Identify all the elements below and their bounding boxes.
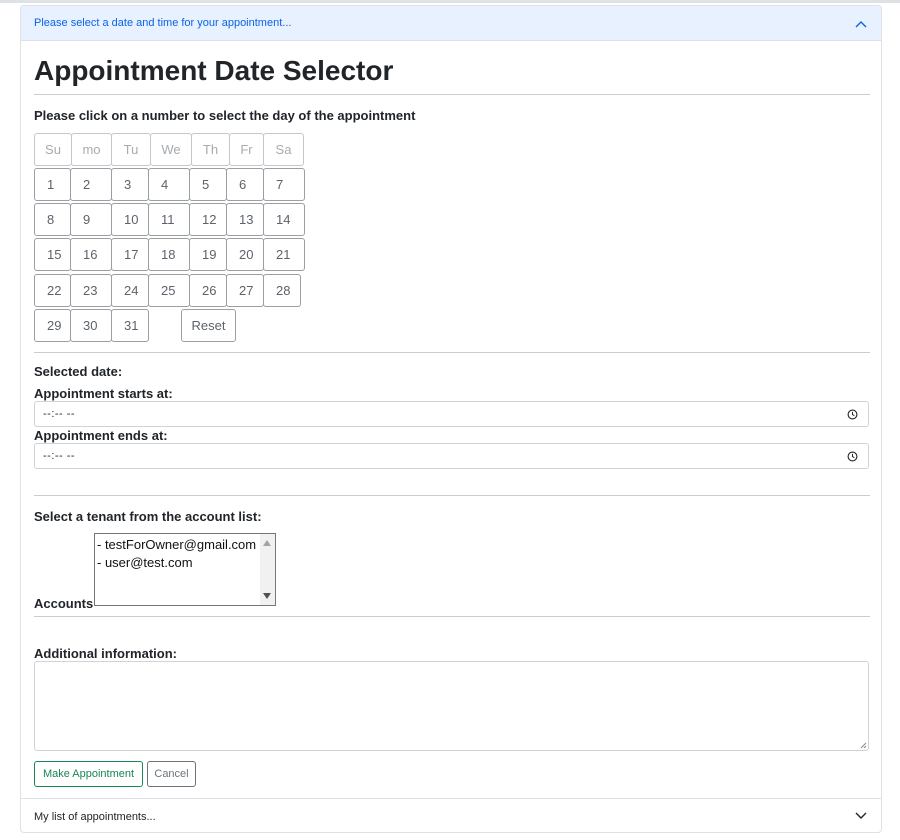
day-cell[interactable]: 22 [34,274,71,307]
accordion-header-appointment[interactable]: Please select a date and time for your a… [21,6,881,41]
day-cell[interactable]: 15 [34,238,71,271]
accordion-title: Please select a date and time for your a… [34,17,292,29]
accordion-header-appointment-list[interactable]: My list of appointments... [21,798,881,832]
day-cell[interactable]: 3 [111,168,149,201]
weekday-header: Th [191,133,230,166]
day-cell[interactable]: 20 [226,238,264,271]
additional-info-textarea[interactable] [34,661,869,751]
day-cell[interactable]: 25 [148,274,190,307]
clock-icon[interactable] [847,409,858,420]
day-cell[interactable]: 31 [111,309,149,342]
day-cell[interactable]: 13 [226,203,264,236]
cancel-button[interactable]: Cancel [147,761,196,787]
day-cell[interactable]: 17 [111,238,149,271]
weekday-header: We [150,133,192,166]
day-cell[interactable]: 19 [189,238,227,271]
day-cell[interactable]: 21 [263,238,305,271]
day-cell[interactable]: 16 [70,238,112,271]
divider [34,495,870,496]
make-appointment-button[interactable]: Make Appointment [34,761,143,787]
weekday-header: Su [34,133,72,166]
day-cell[interactable]: 14 [263,203,305,236]
chevron-down-icon [855,812,867,819]
day-cell[interactable]: 23 [70,274,112,307]
accounts-listbox[interactable]: - testForOwner@gmail.com - user@test.com [94,533,276,606]
listbox-scrollbar[interactable] [260,534,275,605]
day-cell[interactable]: 4 [148,168,190,201]
start-time-input[interactable]: --:-- -- [34,401,869,427]
page-title: Appointment Date Selector [34,55,394,86]
accordion-title: My list of appointments... [34,811,156,823]
selected-date-caption: Selected date: [34,364,123,379]
day-cell[interactable]: 10 [111,203,149,236]
divider [34,352,870,353]
account-option[interactable]: - user@test.com [97,555,193,570]
calendar-instruction: Please click on a number to select the d… [34,108,416,123]
day-cell[interactable]: 29 [34,309,71,342]
accounts-label: Accounts [34,596,94,611]
appointment-accordion: Please select a date and time for your a… [20,5,882,833]
day-cell[interactable]: 12 [189,203,227,236]
weekday-header: Fr [229,133,264,166]
weekday-header: Tu [111,133,151,166]
weekday-header: Sa [263,133,304,166]
calendar-grid: Su mo Tu We Th Fr Sa 1 2 3 4 5 6 7 8 9 10 11 12 13 14 15 16 17 1… [34,133,334,347]
day-cell[interactable]: 2 [70,168,112,201]
day-cell[interactable]: 7 [263,168,305,201]
day-cell[interactable]: 9 [70,203,112,236]
selected-date-label: Selected date: [34,364,122,379]
divider [34,94,870,95]
day-cell[interactable]: 1 [34,168,71,201]
end-time-input[interactable]: --:-- -- [34,443,869,469]
day-cell[interactable]: 27 [226,274,264,307]
day-cell[interactable]: 30 [70,309,112,342]
clock-icon[interactable] [847,451,858,462]
chevron-up-icon [855,21,867,28]
reset-button[interactable]: Reset [181,309,236,342]
start-time-value: --:-- -- [43,408,76,420]
divider [34,616,870,617]
end-time-value: --:-- -- [43,450,76,462]
day-cell[interactable]: 24 [111,274,149,307]
top-border [0,0,900,3]
day-cell[interactable]: 6 [226,168,264,201]
day-cell[interactable]: 18 [148,238,190,271]
start-time-label: Appointment starts at: [34,386,173,401]
day-cell[interactable]: 26 [189,274,227,307]
day-cell[interactable]: 8 [34,203,71,236]
day-cell[interactable]: 11 [148,203,190,236]
additional-info-label: Additional information: [34,646,177,661]
scroll-down-arrow-icon[interactable] [263,593,271,599]
scroll-up-arrow-icon[interactable] [263,540,271,546]
resize-handle-icon[interactable] [859,741,867,749]
weekday-header: mo [71,133,112,166]
day-cell[interactable]: 28 [263,274,301,307]
tenant-heading: Select a tenant from the account list: [34,509,262,524]
account-option[interactable]: - testForOwner@gmail.com [97,537,256,552]
end-time-label: Appointment ends at: [34,428,168,443]
day-cell[interactable]: 5 [189,168,227,201]
